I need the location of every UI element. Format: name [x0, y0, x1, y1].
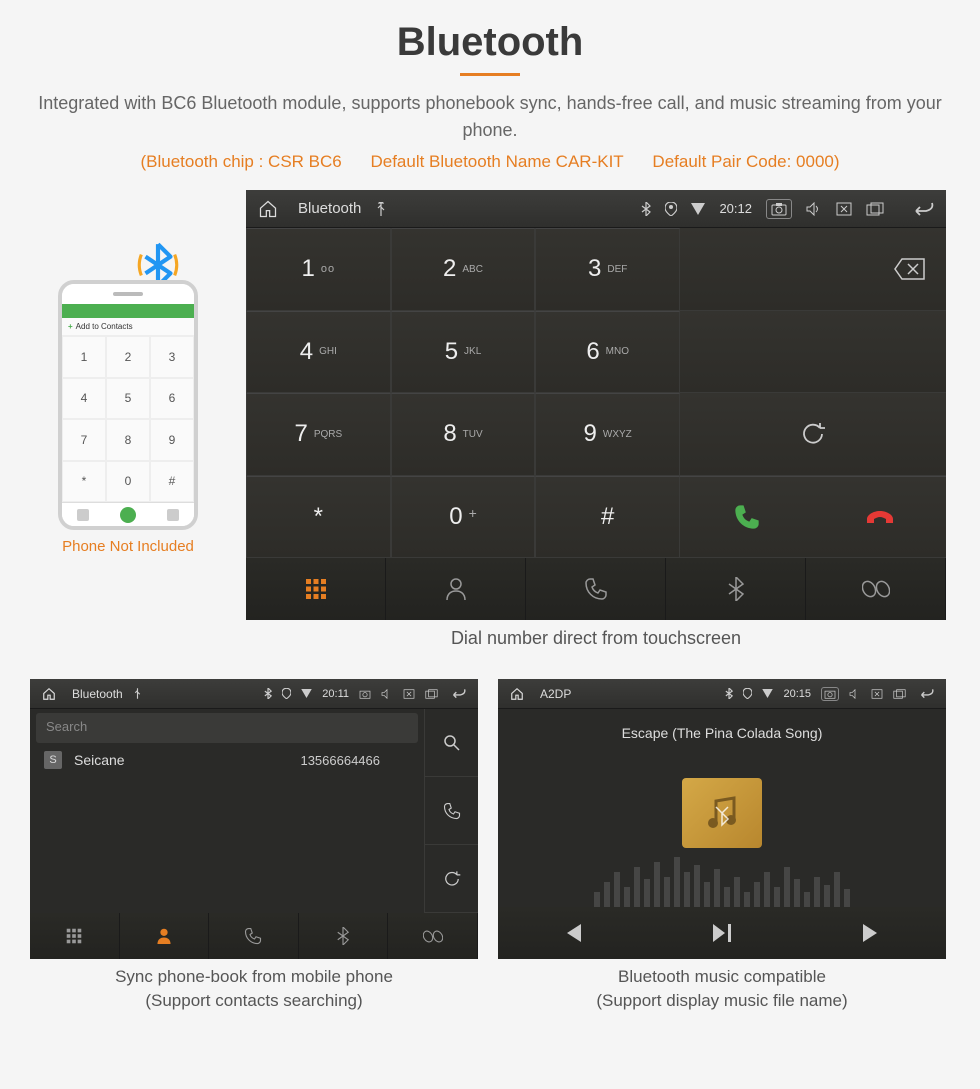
nav-pair[interactable] — [388, 913, 478, 959]
key-star[interactable]: * — [246, 476, 391, 559]
back-icon[interactable] — [448, 688, 466, 699]
key-4[interactable]: 4GHI — [246, 311, 391, 394]
app-name: Bluetooth — [72, 687, 123, 701]
screenshot-icon[interactable] — [821, 687, 839, 701]
nav-bluetooth[interactable] — [666, 558, 806, 620]
nav-contacts[interactable] — [120, 913, 210, 959]
status-time: 20:15 — [783, 688, 811, 700]
key-hash[interactable]: # — [535, 476, 680, 559]
play-pause-button[interactable] — [647, 907, 796, 959]
screenshot-icon[interactable] — [766, 199, 792, 219]
home-icon[interactable] — [510, 687, 524, 701]
refresh-button[interactable] — [680, 393, 946, 476]
call-button[interactable] — [680, 477, 813, 558]
contact-name: Seicane — [74, 752, 125, 768]
key-5[interactable]: 5JKL — [391, 311, 536, 394]
location-icon — [665, 202, 677, 216]
music-controls — [498, 907, 946, 959]
info-name: Default Bluetooth Name CAR-KIT — [370, 152, 623, 171]
nav-keypad[interactable] — [246, 558, 386, 620]
equalizer — [498, 847, 946, 907]
title-underline — [460, 73, 520, 76]
back-icon[interactable] — [916, 688, 934, 699]
location-icon — [743, 688, 752, 699]
nav-pair[interactable] — [806, 558, 946, 620]
key-0[interactable]: 0+ — [391, 476, 536, 559]
nav-bluetooth[interactable] — [299, 913, 389, 959]
usb-icon — [375, 202, 387, 216]
volume-icon[interactable] — [849, 689, 861, 699]
music-screen: A2DP 20:15 Escape (The Pina Colada Song) — [498, 679, 946, 959]
bluetooth-status-icon — [725, 688, 733, 699]
phonebook-caption: Sync phone-book from mobile phone (Suppo… — [30, 965, 478, 1013]
location-icon — [282, 688, 291, 699]
wifi-icon — [691, 203, 705, 215]
bluetooth-info: (Bluetooth chip : CSR BC6 Default Blueto… — [30, 152, 950, 172]
usb-icon — [133, 688, 142, 699]
nav-recent-calls[interactable] — [526, 558, 666, 620]
key-2[interactable]: 2ABC — [391, 228, 536, 311]
dialer-screen: Bluetooth 20:12 — [246, 190, 946, 620]
key-1[interactable]: 1ᴏᴏ — [246, 228, 391, 311]
album-art — [682, 778, 762, 848]
phone-mockup: Add to Contacts 123 456 789 *0# — [58, 280, 198, 530]
dial-keypad: 1ᴏᴏ 2ABC 3DEF 4GHI 5JKL 6MNO 7PQRS 8TUV … — [246, 228, 680, 558]
hangup-button[interactable] — [813, 477, 946, 558]
home-icon[interactable] — [258, 199, 278, 219]
backspace-button[interactable] — [680, 228, 946, 311]
volume-icon[interactable] — [381, 689, 393, 699]
nav-contacts[interactable] — [386, 558, 526, 620]
phone-add-contacts: Add to Contacts — [62, 318, 194, 336]
recent-apps-icon[interactable] — [425, 689, 438, 699]
home-icon[interactable] — [42, 687, 56, 701]
key-3[interactable]: 3DEF — [535, 228, 680, 311]
key-8[interactable]: 8TUV — [391, 393, 536, 476]
key-9[interactable]: 9WXYZ — [535, 393, 680, 476]
next-button[interactable] — [797, 907, 946, 959]
info-chip: (Bluetooth chip : CSR BC6 — [140, 152, 341, 171]
bluetooth-status-icon — [264, 688, 272, 699]
page-subtitle: Integrated with BC6 Bluetooth module, su… — [30, 90, 950, 144]
close-icon[interactable] — [836, 202, 852, 216]
wifi-icon — [762, 689, 773, 698]
track-title: Escape (The Pina Colada Song) — [622, 725, 823, 741]
search-input[interactable]: Search — [36, 713, 418, 743]
recent-apps-icon[interactable] — [866, 202, 884, 216]
info-code: Default Pair Code: 0000) — [652, 152, 839, 171]
nav-keypad[interactable] — [30, 913, 120, 959]
contact-number: 13566664466 — [300, 753, 380, 768]
bottom-nav — [246, 558, 946, 620]
close-icon[interactable] — [871, 689, 883, 699]
app-name: Bluetooth — [298, 200, 361, 217]
sync-button[interactable] — [424, 845, 478, 913]
search-button[interactable] — [424, 709, 478, 777]
back-icon[interactable] — [908, 201, 934, 217]
phone-caption: Phone Not Included — [62, 538, 194, 555]
app-name: A2DP — [540, 687, 571, 701]
page-title: Bluetooth — [30, 20, 950, 65]
status-time: 20:12 — [719, 201, 752, 216]
prev-button[interactable] — [498, 907, 647, 959]
wifi-icon — [301, 689, 312, 698]
music-caption: Bluetooth music compatible (Support disp… — [498, 965, 946, 1013]
close-icon[interactable] — [403, 689, 415, 699]
status-bar: Bluetooth 20:12 — [246, 190, 946, 228]
call-contact-button[interactable] — [424, 777, 478, 845]
status-time: 20:11 — [322, 688, 349, 700]
nav-recent-calls[interactable] — [209, 913, 299, 959]
contact-badge: S — [44, 751, 62, 769]
screenshot-icon[interactable] — [359, 689, 371, 699]
bluetooth-status-icon — [641, 202, 651, 216]
contact-row[interactable]: S Seicane 13566664466 — [30, 743, 424, 777]
phonebook-screen: Bluetooth 20:11 Search S Seicane — [30, 679, 478, 959]
key-7[interactable]: 7PQRS — [246, 393, 391, 476]
key-6[interactable]: 6MNO — [535, 311, 680, 394]
dial-display — [680, 311, 946, 394]
dialer-caption: Dial number direct from touchscreen — [246, 628, 946, 649]
recent-apps-icon[interactable] — [893, 689, 906, 699]
volume-icon[interactable] — [806, 202, 822, 216]
